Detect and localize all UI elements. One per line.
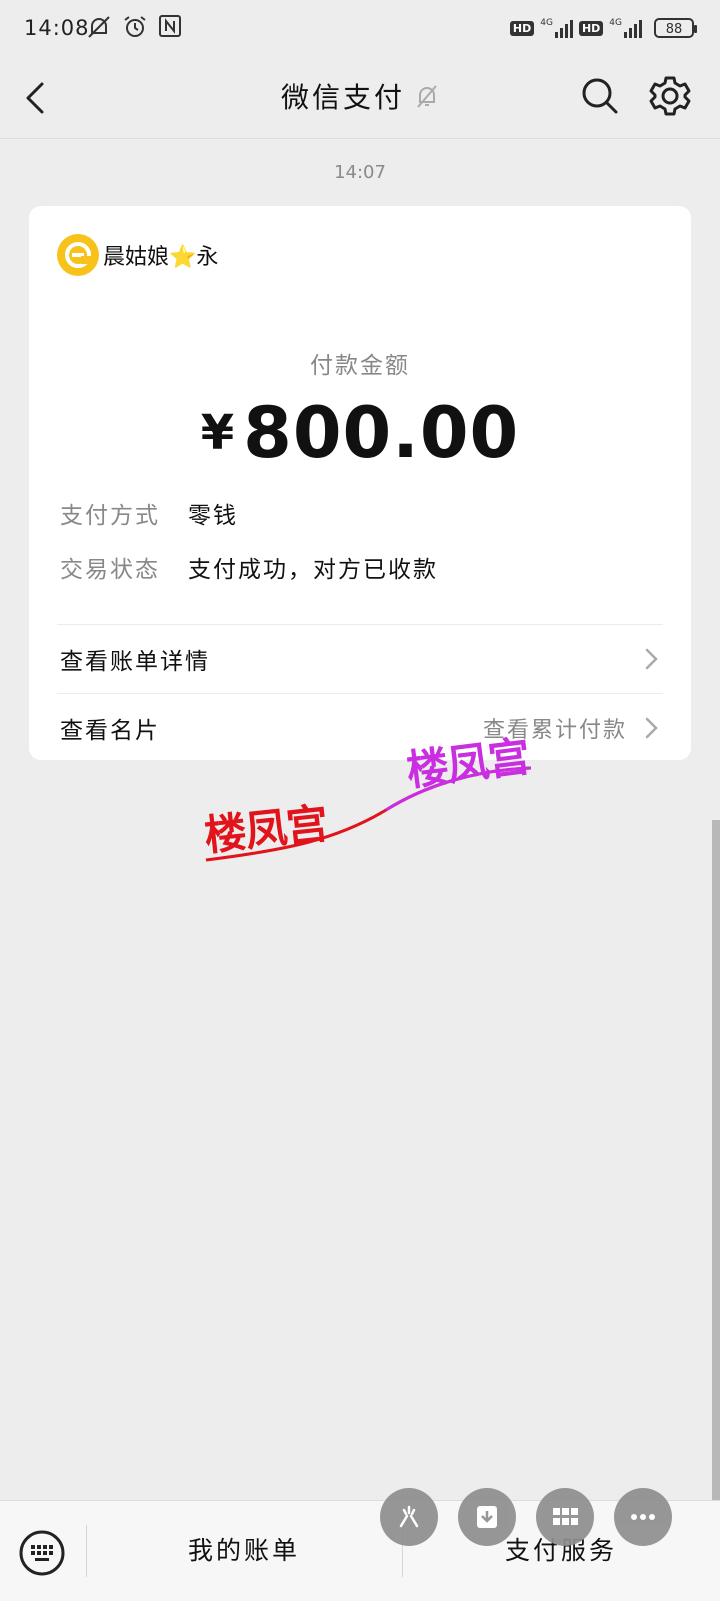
detail-row-status: 交易状态 支付成功，对方已收款 — [60, 550, 438, 584]
network-type-1: 4G — [540, 18, 553, 28]
bell-off-icon — [415, 83, 439, 116]
search-button[interactable] — [578, 74, 622, 118]
floating-game-button[interactable] — [380, 1488, 438, 1546]
grid-icon — [553, 1508, 578, 1525]
detail-key: 支付方式 — [60, 503, 160, 529]
amount-value: 800.00 — [243, 392, 520, 474]
battery-icon: 88 — [654, 18, 697, 38]
status-bar: 14:08 HD 4G HD 4G 88 — [0, 0, 720, 60]
mute-notification-icon — [88, 16, 110, 38]
keyboard-icon — [19, 1530, 65, 1576]
navigation-bar: 微信支付 — [0, 60, 720, 139]
link-right — [641, 646, 661, 672]
detail-value: 零钱 — [188, 503, 238, 529]
floating-more-button[interactable] — [614, 1488, 672, 1546]
status-icons-left — [86, 14, 182, 40]
link-label: 查看账单详情 — [60, 649, 210, 675]
status-time: 14:08 — [24, 16, 90, 40]
my-bills-menu[interactable]: 我的账单 — [86, 1531, 402, 1567]
signal-icon-2 — [624, 18, 642, 38]
floating-grid-button[interactable] — [536, 1488, 594, 1546]
detail-value: 支付成功，对方已收款 — [188, 557, 438, 583]
detail-key: 交易状态 — [60, 557, 160, 583]
status-icons-right: HD 4G HD 4G 88 — [509, 18, 697, 38]
hd-badge-2: HD — [578, 20, 604, 36]
scrollbar[interactable] — [712, 820, 720, 1500]
gear-icon — [649, 76, 691, 116]
chevron-right-icon — [645, 717, 658, 739]
amount-label: 付款金额 — [310, 353, 410, 379]
game-icon — [399, 1505, 419, 1528]
floating-download-button[interactable] — [458, 1488, 516, 1546]
payment-amount: ¥800.00 — [29, 392, 691, 474]
settings-button[interactable] — [648, 74, 692, 118]
message-timestamp: 14:07 — [334, 162, 386, 183]
payment-card[interactable]: 晨姑娘⭐永 付款金额 ¥800.00 支付方式 零钱 交易状态 支付成功，对方已… — [29, 206, 691, 760]
alarm-icon — [124, 16, 146, 37]
merchant-name: 晨姑娘⭐永 — [103, 245, 219, 270]
currency-symbol: ¥ — [200, 405, 236, 461]
watermark-text: 楼凤宫 — [202, 798, 330, 861]
avatar — [57, 234, 99, 276]
detail-row-payment-method: 支付方式 零钱 — [60, 496, 238, 530]
view-bill-details-link[interactable]: 查看账单详情 — [60, 625, 661, 693]
more-icon — [631, 1514, 655, 1520]
avatar-logo-icon — [65, 242, 91, 268]
keyboard-toggle-button[interactable] — [18, 1529, 66, 1577]
download-icon — [477, 1506, 497, 1528]
page-title: 微信支付 — [280, 81, 405, 114]
search-icon — [582, 78, 618, 114]
signal-icon — [554, 18, 573, 38]
link-label: 查看名片 — [60, 718, 160, 744]
chevron-right-icon — [645, 648, 658, 670]
nfc-icon — [159, 15, 181, 37]
merchant-header: 晨姑娘⭐永 — [57, 234, 218, 276]
hd-badge: HD — [509, 20, 535, 36]
bottom-menu-bar: 我的账单 支付服务 — [0, 1500, 720, 1601]
network-type-2: 4G — [609, 18, 622, 28]
